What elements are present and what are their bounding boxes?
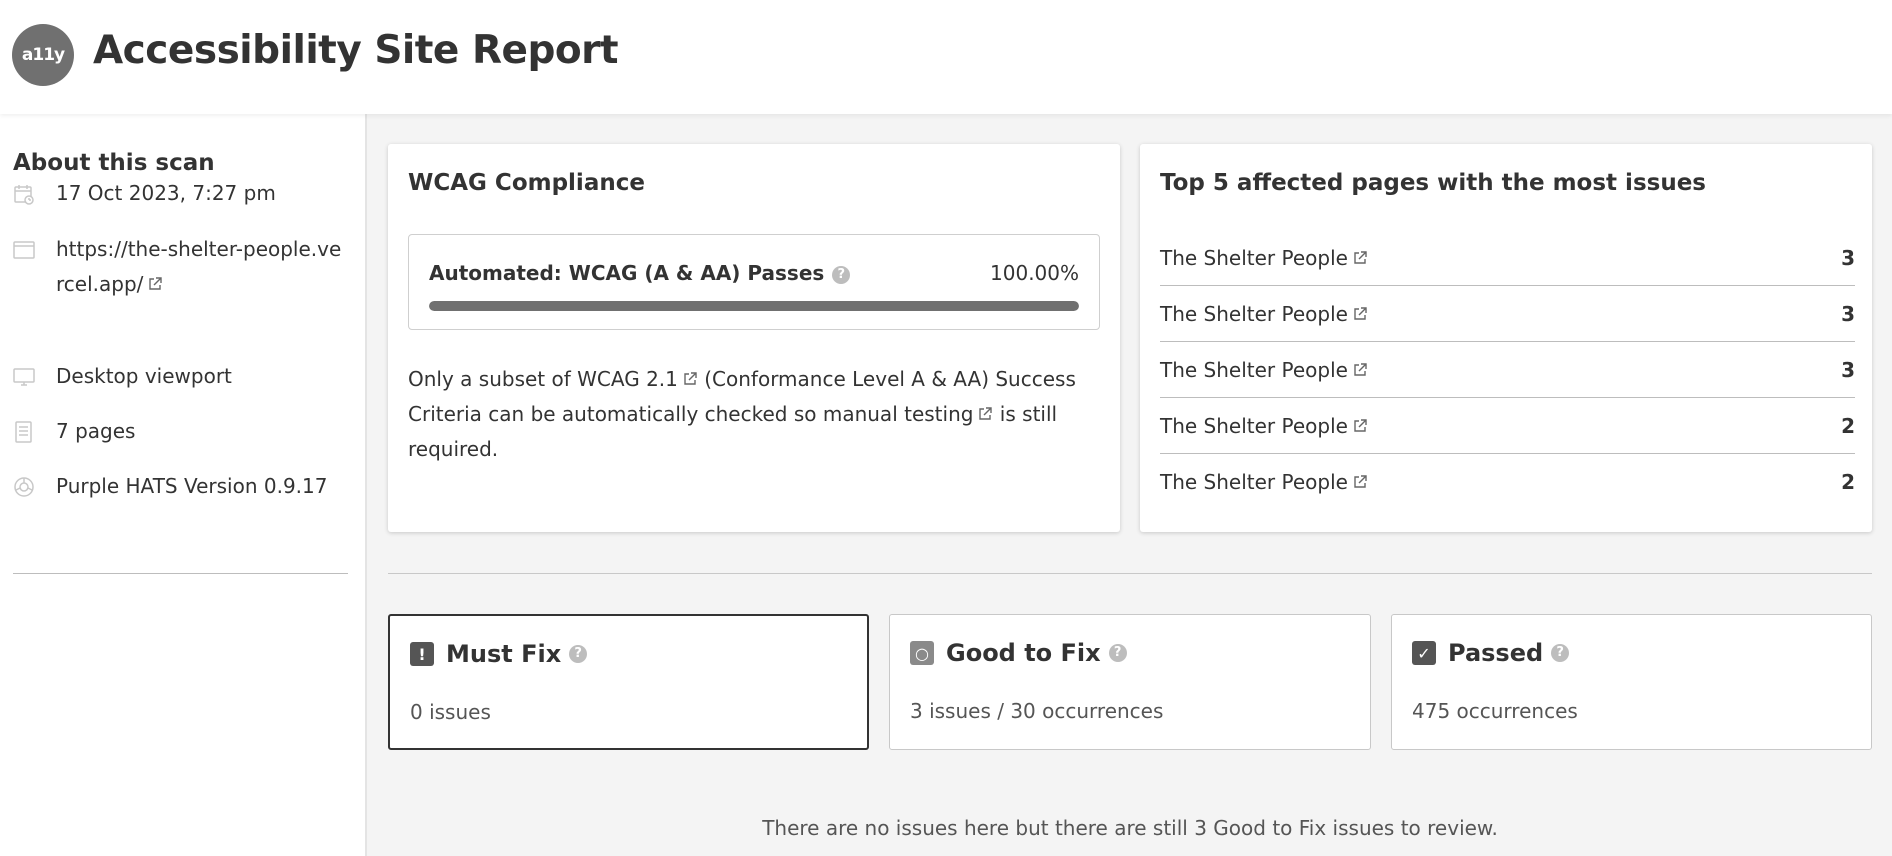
page-link[interactable]: The Shelter People: [1160, 414, 1368, 438]
list-item: The Shelter People 3: [1160, 230, 1855, 286]
page-link-text[interactable]: The Shelter People: [1160, 358, 1348, 382]
wcag-21-link[interactable]: WCAG 2.1: [577, 367, 698, 391]
external-link-icon: [1354, 306, 1367, 320]
category-empty-message: There are no issues here but there are s…: [762, 816, 1498, 840]
wcag-passes-label-text: Automated: WCAG (A & AA) Passes: [429, 261, 825, 285]
app-header: a11y Accessibility Site Report: [0, 0, 1892, 114]
passed-tab[interactable]: ✓ Passed ? 475 occurrences: [1391, 614, 1872, 750]
page-link-text[interactable]: The Shelter People: [1160, 302, 1348, 326]
must-fix-summary: 0 issues: [410, 700, 491, 724]
wcag-progress-fill: [429, 301, 1079, 311]
page-title: Accessibility Site Report: [93, 28, 619, 73]
monitor-icon: [13, 359, 37, 394]
list-item: The Shelter People 2: [1160, 398, 1855, 454]
issue-count: 2: [1841, 413, 1855, 438]
top-pages-list: The Shelter People 3 The Shelter People …: [1160, 230, 1855, 510]
external-link-icon: [1354, 362, 1367, 376]
circle-icon: ○: [910, 641, 934, 665]
exclamation-icon: !: [410, 642, 434, 666]
pages-count-row: 7 pages: [13, 414, 356, 449]
good-to-fix-heading: ○ Good to Fix ?: [910, 639, 1127, 667]
page-link-text[interactable]: The Shelter People: [1160, 246, 1348, 270]
wcag-21-link-text[interactable]: WCAG 2.1: [577, 367, 678, 391]
external-link-icon: [149, 277, 163, 290]
good-to-fix-title: Good to Fix: [946, 639, 1101, 667]
external-link-icon: [1354, 475, 1367, 488]
sidebar-divider: [13, 573, 348, 574]
logo-text: a11y: [21, 45, 65, 65]
page-link[interactable]: The Shelter People: [1160, 302, 1368, 326]
external-link-icon: [1354, 418, 1367, 432]
scan-url-link[interactable]: https://the-shelter-people.vercel.app/: [56, 232, 346, 302]
passed-title: Passed: [1448, 639, 1544, 667]
main-divider: [388, 573, 1872, 574]
manual-testing-link[interactable]: manual testing: [823, 402, 994, 426]
hats-icon: [13, 469, 37, 504]
manual-testing-link-text[interactable]: manual testing: [823, 402, 974, 426]
scan-url-text[interactable]: https://the-shelter-people.vercel.app/: [56, 237, 341, 296]
document-icon: [13, 414, 37, 449]
issue-count: 3: [1841, 301, 1855, 326]
external-link-icon: [1354, 250, 1367, 264]
passed-summary: 475 occurrences: [1412, 699, 1578, 723]
must-fix-tab[interactable]: ! Must Fix ? 0 issues: [388, 614, 869, 750]
external-link-icon: [684, 372, 697, 385]
scan-date: 17 Oct 2023, 7:27 pm: [56, 181, 276, 205]
pages-count: 7 pages: [56, 419, 136, 443]
list-item: The Shelter People 3: [1160, 286, 1855, 342]
version-row: Purple HATS Version 0.9.17: [13, 469, 356, 504]
must-fix-title: Must Fix: [446, 640, 562, 668]
page-link-text[interactable]: The Shelter People: [1160, 470, 1348, 494]
issue-count: 2: [1841, 470, 1855, 494]
wcag-note-text-1: Only a subset of: [408, 367, 578, 391]
top-pages-card: Top 5 affected pages with the most issue…: [1140, 144, 1872, 532]
page-link[interactable]: The Shelter People: [1160, 358, 1368, 382]
list-item: The Shelter People 3: [1160, 342, 1855, 398]
external-link-icon: [979, 407, 993, 420]
passed-heading: ✓ Passed ?: [1412, 639, 1570, 667]
issue-count: 3: [1841, 245, 1855, 270]
help-icon[interactable]: ?: [1551, 644, 1570, 662]
good-to-fix-summary: 3 issues / 30 occurrences: [910, 699, 1164, 723]
calendar-icon: [13, 176, 37, 211]
viewport-label: Desktop viewport: [56, 364, 232, 388]
wcag-progress-bar: [429, 301, 1079, 311]
a11y-logo: a11y: [12, 24, 74, 86]
viewport-row: Desktop viewport: [13, 359, 356, 394]
page-link[interactable]: The Shelter People: [1160, 470, 1368, 494]
wcag-passes-box: Automated: WCAG (A & AA) Passes? 100.00%: [408, 234, 1100, 330]
good-to-fix-tab[interactable]: ○ Good to Fix ? 3 issues / 30 occurrence…: [889, 614, 1371, 750]
page-link[interactable]: The Shelter People: [1160, 246, 1368, 270]
page-link-text[interactable]: The Shelter People: [1160, 414, 1348, 438]
scan-url-row: https://the-shelter-people.vercel.app/: [13, 232, 346, 302]
scan-info-sidebar: About this scan 17 Oct 2023, 7:27 pm htt…: [0, 114, 367, 856]
issue-count: 3: [1841, 357, 1855, 382]
list-item: The Shelter People 2: [1160, 454, 1855, 510]
checkmark-icon: ✓: [1412, 641, 1436, 665]
wcag-note: Only a subset of WCAG 2.1 (Conformance L…: [408, 362, 1108, 467]
scan-date-row: 17 Oct 2023, 7:27 pm: [13, 176, 356, 211]
must-fix-heading: ! Must Fix ?: [410, 640, 588, 668]
wcag-card-title: WCAG Compliance: [408, 170, 645, 196]
top-pages-title: Top 5 affected pages with the most issue…: [1160, 170, 1706, 196]
help-icon[interactable]: ?: [832, 266, 851, 284]
wcag-compliance-card: WCAG Compliance Automated: WCAG (A & AA)…: [388, 144, 1120, 532]
browser-window-icon: [13, 232, 37, 267]
help-icon[interactable]: ?: [1108, 644, 1127, 662]
wcag-passes-percent: 100.00%: [990, 261, 1079, 285]
help-icon[interactable]: ?: [569, 645, 588, 663]
wcag-passes-label: Automated: WCAG (A & AA) Passes?: [429, 261, 851, 285]
tool-version: Purple HATS Version 0.9.17: [56, 474, 328, 498]
sidebar-title: About this scan: [13, 150, 215, 176]
